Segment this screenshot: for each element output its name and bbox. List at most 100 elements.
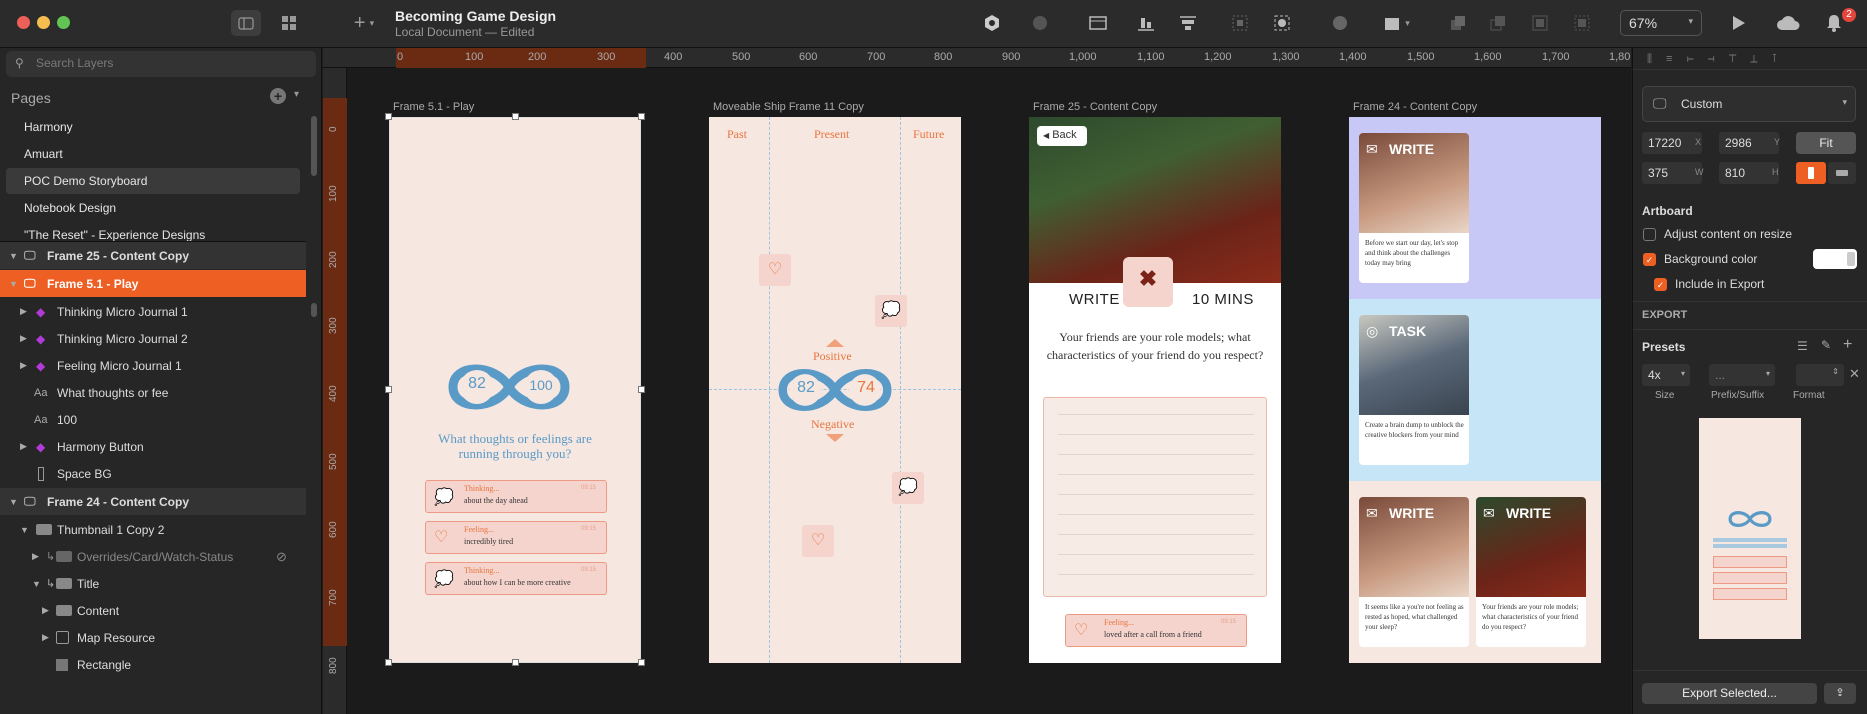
align-vertical-icon[interactable] [1134,11,1158,35]
background-color-swatch[interactable] [1813,249,1857,269]
ungroup-icon[interactable] [1570,11,1594,35]
layer-frame-24[interactable]: ▼ 🖵 Frame 24 - Content Copy [0,488,306,515]
artboard-label[interactable]: Frame 25 - Content Copy [1033,101,1157,113]
resize-handle[interactable] [638,113,645,120]
resize-handle[interactable] [385,659,392,666]
components-grid-icon[interactable] [276,10,302,36]
mask-icon[interactable] [1028,11,1052,35]
up-arrow-icon[interactable] [826,339,844,347]
hidden-eye-icon[interactable]: ⊘ [276,549,287,565]
heart-bubble-icon[interactable]: ♡ [802,525,834,557]
frame-icon[interactable] [1086,11,1110,35]
scale-icon[interactable] [1228,11,1252,35]
page-item-selected[interactable]: POC Demo Storyboard [6,168,300,194]
edit-shape-icon[interactable]: ▾ [1378,11,1416,35]
resize-handle[interactable] [512,113,519,120]
include-in-export-checkbox[interactable]: ✓ [1654,278,1667,291]
layer-folder[interactable]: ▶ Content [0,597,306,624]
layer-group[interactable]: ▼ ↳ Title [0,570,306,597]
play-icon[interactable] [1727,11,1751,35]
pencil-icon[interactable]: ✎ [1821,338,1831,352]
layer-text[interactable]: Aa 100 [0,406,306,433]
adjust-content-checkbox[interactable] [1643,228,1656,241]
layer-symbol[interactable]: ▶ ◆ Thinking Micro Journal 1 [0,298,306,325]
layer-frame-25[interactable]: ▼ 🖵 Frame 25 - Content Copy [0,242,306,269]
layers-scrollbar[interactable] [311,303,317,317]
layer-text[interactable]: Aa What thoughts or fee [0,379,306,406]
artboard-label[interactable]: Frame 5.1 - Play [393,101,474,113]
export-size-select[interactable]: 4x ▾ [1642,364,1690,386]
y-field[interactable]: 2986 [1719,132,1779,154]
export-format-select[interactable]: ⇕ [1796,364,1844,386]
chevron-right-icon: ▶ [20,360,27,370]
forward-icon[interactable] [1446,11,1470,35]
minimize-window-button[interactable] [37,16,50,29]
resize-handle[interactable] [385,113,392,120]
landscape-orientation-button[interactable] [1828,162,1856,184]
export-selected-button[interactable]: Export Selected... [1642,683,1817,704]
remove-export-icon[interactable]: ✕ [1849,366,1860,382]
content-tile[interactable]: ◎ TASK Create a brain dump to unblock th… [1359,315,1469,465]
alignment-icons[interactable]: ⫼≡⊢⊣⊤⊥⊺ [1647,52,1791,66]
zoom-window-button[interactable] [57,16,70,29]
down-arrow-icon[interactable] [826,434,844,442]
layer-group-hidden[interactable]: ▶ ↳ Overrides/Card/Watch-Status ⊘ [0,543,306,570]
page-item[interactable]: Notebook Design [0,195,300,221]
artboard-label[interactable]: Moveable Ship Frame 11 Copy [713,101,864,113]
artboard-label[interactable]: Frame 24 - Content Copy [1353,101,1477,113]
share-icon[interactable]: ⇪ [1824,683,1856,704]
add-export-icon[interactable]: + [1843,336,1852,354]
layer-rectangle[interactable]: Space BG [0,460,306,487]
artboard-frame-25[interactable]: ◀ Back ✖ WRITE 10 MINS Your friends are … [1029,117,1281,663]
pages-scrollbar[interactable] [311,116,317,176]
width-field[interactable]: 375 [1642,162,1702,184]
close-window-button[interactable] [17,16,30,29]
create-symbol-icon[interactable] [980,11,1004,35]
boolean-icon[interactable] [1328,11,1352,35]
content-tile[interactable]: ✉ WRITE It seems like a you're not feeli… [1359,497,1469,647]
search-layers-input[interactable]: ⚲ Search Layers [6,51,316,77]
export-prefix-select[interactable]: ... ▾ [1709,364,1775,386]
journal-card[interactable]: ♡ Feeling... loved after a call from a f… [1065,614,1247,647]
add-page-icon[interactable]: + [270,88,286,104]
insert-plus-icon[interactable]: + ▾ [345,10,383,36]
zoom-select[interactable]: 67% ▾ [1620,10,1702,36]
cloud-icon[interactable] [1774,11,1802,35]
distribute-icon[interactable] [1176,11,1200,35]
layer-group[interactable]: ▼ Thumbnail 1 Copy 2 [0,516,306,543]
flatten-icon[interactable] [1270,11,1294,35]
thought-bubble-icon[interactable]: 💭 [892,472,924,504]
layer-symbol[interactable]: ▶ ◆ Feeling Micro Journal 1 [0,352,306,379]
content-tile[interactable]: ✉ WRITE Before we start our day, let's s… [1359,133,1469,283]
writing-area[interactable] [1043,397,1267,597]
back-button[interactable]: ◀ Back [1037,126,1087,146]
backward-icon[interactable] [1486,11,1510,35]
resize-handle[interactable] [512,659,519,666]
layer-symbol[interactable]: ▶ ◆ Thinking Micro Journal 2 [0,325,306,352]
layer-symbol-instance[interactable]: ▶ Map Resource [0,624,306,651]
resize-handle[interactable] [385,386,392,393]
x-field[interactable]: 17220 [1642,132,1702,154]
artboard-frame-24[interactable]: ✉ WRITE Before we start our day, let's s… [1349,117,1601,663]
sliders-icon[interactable]: ☰ [1797,339,1808,353]
canvas[interactable]: 0 100 200 300 400 500 600 700 800 900 1,… [323,48,1631,714]
preset-select[interactable]: 🖵 Custom ▾ [1642,86,1856,122]
layer-rectangle[interactable]: Rectangle [0,651,306,678]
layer-symbol[interactable]: ▶ ◆ Harmony Button [0,433,306,460]
group-icon[interactable] [1528,11,1552,35]
content-tile[interactable]: ✉ WRITE Your friends are your role model… [1476,497,1586,647]
resize-handle[interactable] [638,659,645,666]
sidebar-toggle-icon[interactable] [231,10,261,36]
height-field[interactable]: 810 [1719,162,1779,184]
page-item[interactable]: Amuart [0,141,300,167]
layer-frame-5-1[interactable]: ▼ 🖵 Frame 5.1 - Play [0,270,306,297]
page-item[interactable]: Harmony [0,114,300,140]
artboard-ship-frame[interactable]: Past Present Future ♡ 💭 💭 ♡ Positive 82 … [709,117,961,663]
resize-handle[interactable] [638,386,645,393]
heart-bubble-icon[interactable]: ♡ [759,254,791,286]
background-color-checkbox[interactable]: ✓ [1643,253,1656,266]
fit-button[interactable]: Fit [1796,132,1856,154]
portrait-orientation-button[interactable] [1796,162,1826,184]
thought-bubble-icon[interactable]: 💭 [875,295,907,327]
collapse-pages-icon[interactable]: ▾ [294,89,299,100]
